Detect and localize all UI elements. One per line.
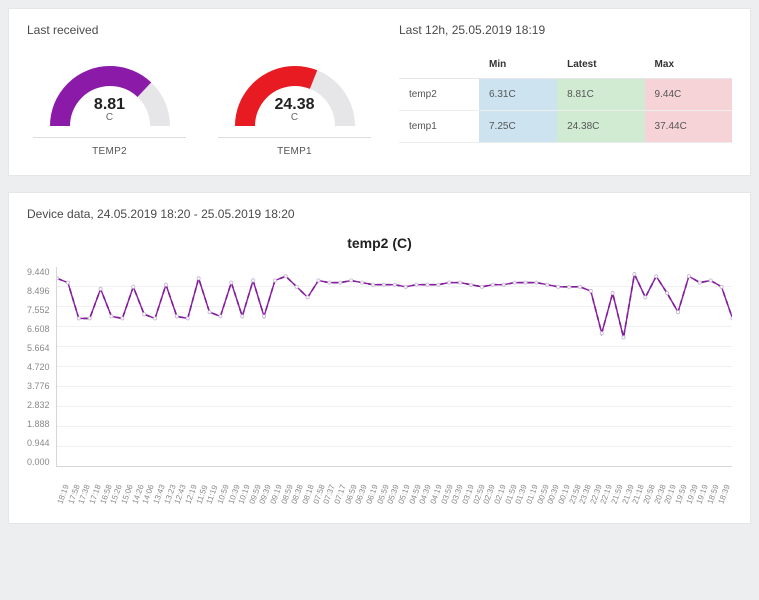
plot-area[interactable] (56, 267, 732, 467)
gauge-label: TEMP2 (27, 146, 192, 157)
table-row: temp26.31C8.81C9.44C (399, 79, 732, 111)
gauge-label: TEMP1 (212, 146, 377, 157)
col-latest: Latest (557, 51, 644, 79)
row-name: temp2 (399, 79, 479, 111)
col-blank (399, 51, 479, 79)
col-min: Min (479, 51, 557, 79)
y-tick: 9.440 (27, 267, 50, 277)
cell-min: 7.25C (479, 111, 557, 143)
cell-latest: 24.38C (557, 111, 644, 143)
y-tick: 1.888 (27, 419, 50, 429)
y-tick: 6.608 (27, 324, 50, 334)
x-axis: 18:1917:5817:3817:1816:5815:2615:0614:26… (61, 471, 732, 505)
cell-latest: 8.81C (557, 79, 644, 111)
y-axis: 9.440 8.496 7.552 6.608 5.664 4.720 3.776 2.832… (27, 267, 56, 467)
y-tick: 5.664 (27, 343, 50, 353)
cell-max: 9.44C (645, 79, 732, 111)
y-tick: 4.720 (27, 362, 50, 372)
chart-title: temp2 (C) (27, 235, 732, 251)
last-received-title: Last received (27, 23, 377, 37)
y-tick: 8.496 (27, 286, 50, 296)
gauge-temp2: 8.81CTEMP2 (27, 51, 192, 157)
top-panel: Last received 8.81CTEMP224.38CTEMP1 Last… (8, 8, 751, 176)
summary-title: Last 12h, 25.05.2019 18:19 (399, 23, 732, 37)
cell-max: 37.44C (645, 111, 732, 143)
y-tick: 7.552 (27, 305, 50, 315)
y-tick: 2.832 (27, 400, 50, 410)
gauge-temp1: 24.38CTEMP1 (212, 51, 377, 157)
col-max: Max (645, 51, 732, 79)
y-tick: 0.000 (27, 457, 50, 467)
device-data-title: Device data, 24.05.2019 18:20 - 25.05.20… (27, 207, 732, 221)
summary-table: Min Latest Max temp26.31C8.81C9.44Ctemp1… (399, 51, 732, 143)
last-received-section: Last received 8.81CTEMP224.38CTEMP1 (27, 23, 377, 157)
cell-min: 6.31C (479, 79, 557, 111)
y-tick: 0.944 (27, 438, 50, 448)
chart-panel: Device data, 24.05.2019 18:20 - 25.05.20… (8, 192, 751, 524)
table-row: temp17.25C24.38C37.44C (399, 111, 732, 143)
summary-section: Last 12h, 25.05.2019 18:19 Min Latest Ma… (399, 23, 732, 157)
row-name: temp1 (399, 111, 479, 143)
y-tick: 3.776 (27, 381, 50, 391)
